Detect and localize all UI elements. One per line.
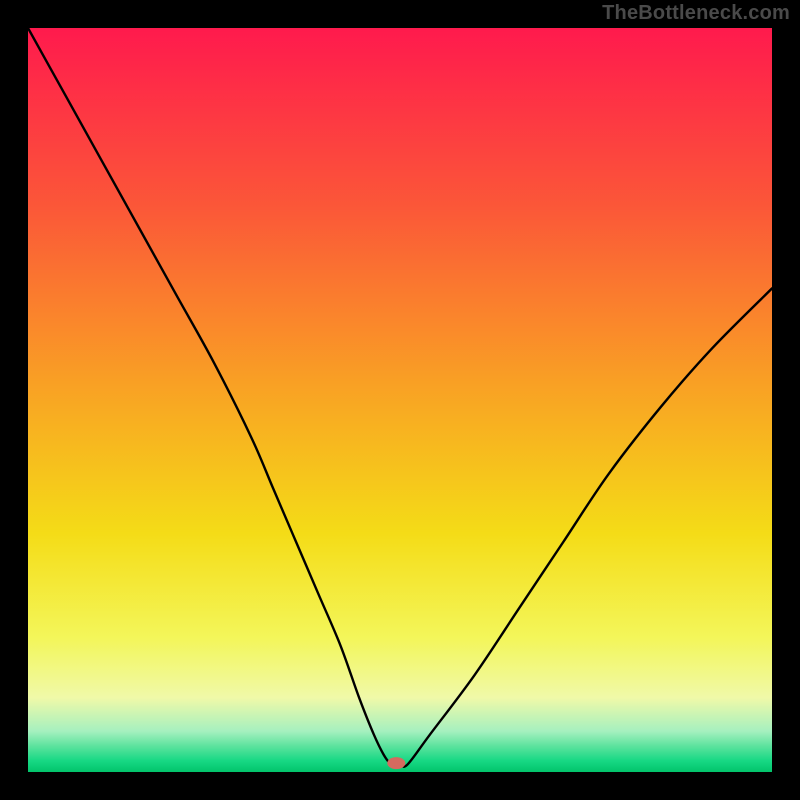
plot-area	[28, 28, 772, 772]
chart-container: TheBottleneck.com	[0, 0, 800, 800]
bottleneck-point-icon	[387, 757, 405, 769]
watermark-text: TheBottleneck.com	[602, 2, 790, 25]
chart-svg	[28, 28, 772, 772]
gradient-background	[28, 28, 772, 772]
